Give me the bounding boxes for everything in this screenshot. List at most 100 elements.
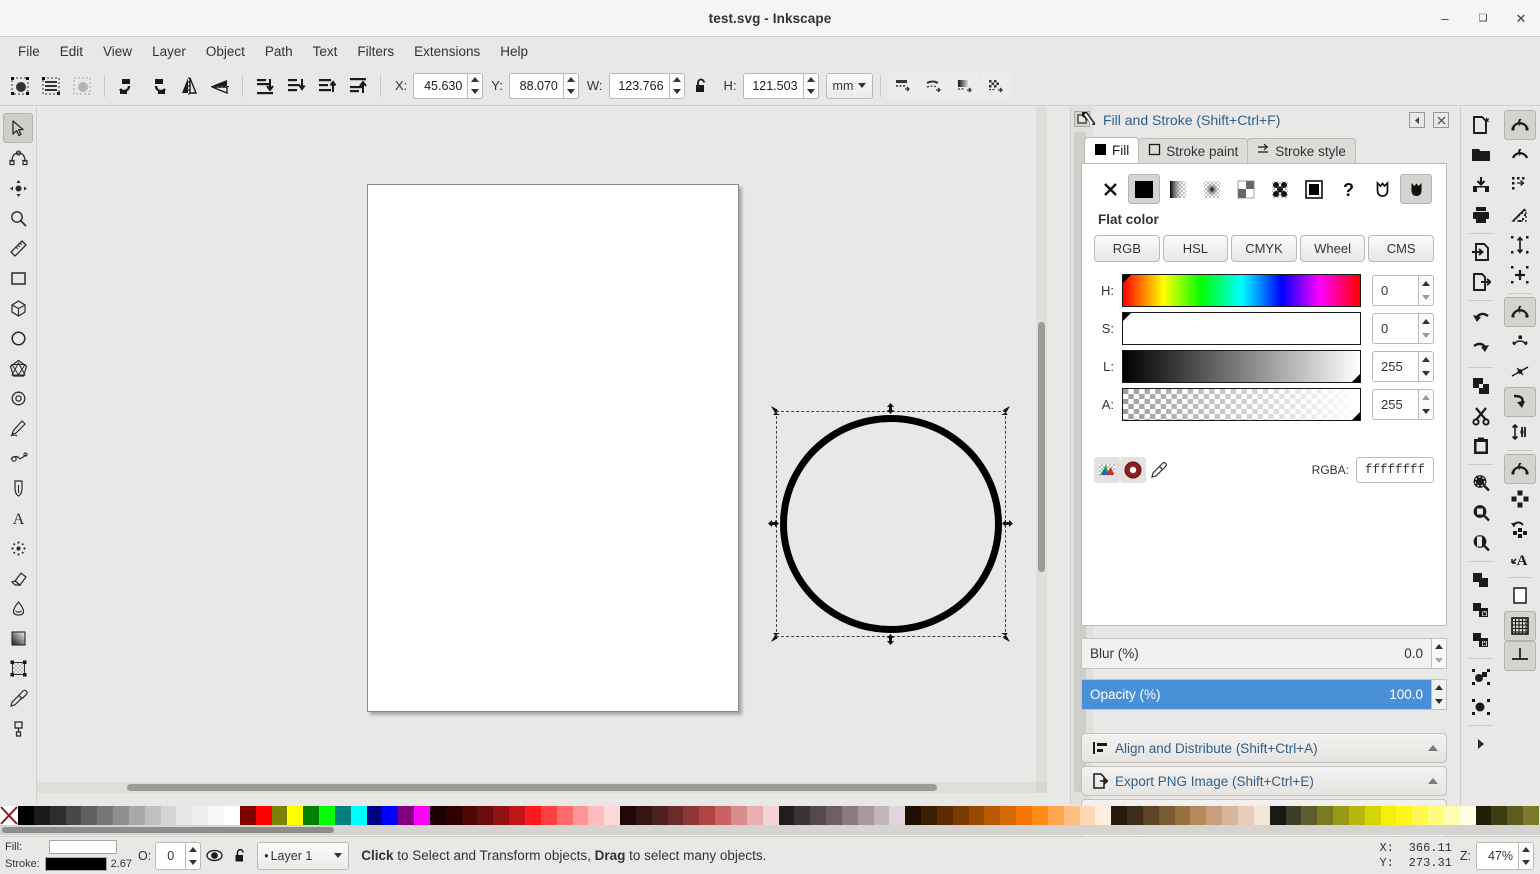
affect-patterns-button[interactable]: [981, 71, 1012, 100]
palette-swatch[interactable]: [588, 806, 605, 825]
palette-swatch[interactable]: [556, 806, 573, 825]
transform-button[interactable]: [1504, 200, 1536, 230]
xml-editor-button[interactable]: [1504, 110, 1537, 140]
palette-swatch[interactable]: [208, 806, 224, 825]
scale-handle-bottom-right[interactable]: [999, 631, 1012, 644]
scale-handle-bottom-left[interactable]: [769, 631, 782, 644]
alpha-slider[interactable]: [1122, 388, 1361, 421]
opacity-decrement-button[interactable]: [1432, 695, 1446, 710]
blur-spin-buttons[interactable]: [1431, 639, 1446, 668]
no-paint-button[interactable]: [1094, 174, 1126, 204]
text-font-button[interactable]: A: [1504, 544, 1536, 574]
menu-edit[interactable]: Edit: [50, 41, 93, 62]
pencil-tool[interactable]: [3, 413, 33, 443]
palette-swatch[interactable]: [968, 806, 985, 825]
palette-swatch[interactable]: [620, 806, 636, 825]
palette-swatch[interactable]: [1237, 806, 1254, 825]
alpha-increment-button[interactable]: [1419, 390, 1433, 405]
color-swatch-icon[interactable]: [1094, 457, 1120, 483]
measure-tool[interactable]: [3, 233, 33, 263]
bezier-pen-tool[interactable]: [3, 443, 33, 473]
color-mode-hsl[interactable]: HSL: [1162, 235, 1229, 262]
zoom-selection-button[interactable]: [1465, 468, 1497, 498]
palette-swatch[interactable]: [810, 806, 827, 825]
new-document-button[interactable]: [1465, 110, 1497, 140]
hue-spinner[interactable]: 0: [1372, 275, 1434, 306]
menu-filters[interactable]: Filters: [347, 41, 404, 62]
chevron-up-icon[interactable]: [1428, 778, 1438, 784]
stroke-color-swatch[interactable]: [44, 857, 107, 871]
zoom-increment-button[interactable]: [1519, 843, 1533, 856]
width-input[interactable]: 123.766: [608, 72, 669, 99]
alpha-decrement-button[interactable]: [1419, 405, 1433, 420]
palette-swatch[interactable]: [65, 806, 82, 825]
opacity-indicator-decrement-button[interactable]: [186, 856, 200, 869]
no-color-swatch[interactable]: [0, 806, 18, 825]
raise-to-top-button[interactable]: [343, 72, 373, 100]
palette-swatch[interactable]: [1380, 806, 1397, 825]
palette-swatch[interactable]: [921, 806, 937, 825]
palette-swatch[interactable]: [1095, 806, 1112, 825]
palette-swatch[interactable]: [1222, 806, 1238, 825]
palette-swatch[interactable]: [1491, 806, 1508, 825]
palette-swatch[interactable]: [1412, 806, 1429, 825]
palette-swatch[interactable]: [857, 806, 874, 825]
close-button[interactable]: ✕: [1510, 8, 1532, 30]
paste-button[interactable]: [1465, 431, 1497, 461]
palette-swatch[interactable]: [984, 806, 1001, 825]
palette-swatch[interactable]: [905, 806, 922, 825]
fill-color-swatch[interactable]: [49, 840, 117, 854]
rotate-cw-button[interactable]: [143, 72, 173, 100]
rotate-arrange-button[interactable]: [1504, 514, 1536, 544]
height-decrement-button[interactable]: [804, 86, 818, 98]
stroke-indicator-row[interactable]: Stroke: 2.67: [5, 857, 132, 872]
star-tool[interactable]: [3, 353, 33, 383]
palette-swatch[interactable]: [1032, 806, 1048, 825]
palette-swatch[interactable]: [1016, 806, 1032, 825]
palette-swatch[interactable]: [1475, 806, 1492, 825]
tab-stroke-paint[interactable]: Stroke paint: [1138, 138, 1249, 163]
hue-slider[interactable]: [1122, 274, 1361, 307]
y-spin-buttons[interactable]: [562, 72, 579, 99]
opacity-indicator-input[interactable]: 0: [155, 841, 186, 870]
palette-swatch[interactable]: [176, 806, 193, 825]
palette-swatch[interactable]: [144, 806, 161, 825]
palette-swatch[interactable]: [1317, 806, 1334, 825]
lightness-slider[interactable]: [1122, 350, 1361, 383]
lower-button[interactable]: [281, 72, 311, 100]
document-page[interactable]: [367, 184, 1013, 712]
more-commands-button[interactable]: [1465, 729, 1497, 759]
scale-handle-bottom-center[interactable]: [884, 633, 897, 646]
opacity-increment-button[interactable]: [1432, 680, 1446, 695]
palette-swatch[interactable]: [223, 806, 240, 825]
palette-swatch[interactable]: [762, 806, 779, 825]
height-spinner[interactable]: 121.503: [742, 72, 819, 99]
color-palette[interactable]: [0, 806, 1540, 825]
palette-swatch[interactable]: [540, 806, 557, 825]
canvas-area[interactable]: [37, 107, 1047, 793]
menu-file[interactable]: File: [8, 41, 50, 62]
object-properties-button[interactable]: [1504, 327, 1536, 357]
palette-swatch[interactable]: [1348, 806, 1365, 825]
palette-swatch[interactable]: [841, 806, 858, 825]
palette-swatch[interactable]: [952, 806, 969, 825]
undo-button[interactable]: [1465, 304, 1497, 334]
selector-tool[interactable]: [3, 113, 33, 143]
document-properties-button[interactable]: [1504, 140, 1536, 170]
palette-swatch[interactable]: [1158, 806, 1175, 825]
fillrule-evenodd-button[interactable]: [1366, 174, 1398, 204]
blur-decrement-button[interactable]: [1432, 654, 1446, 669]
zoom-spin-buttons[interactable]: [1518, 841, 1534, 870]
x-increment-button[interactable]: [468, 74, 482, 86]
node-tool[interactable]: [3, 143, 33, 173]
eyedropper-icon[interactable]: [1146, 457, 1172, 483]
palette-swatch[interactable]: [1459, 806, 1476, 825]
palette-swatch[interactable]: [1253, 806, 1270, 825]
saturation-increment-button[interactable]: [1419, 314, 1433, 329]
palette-swatch[interactable]: [398, 806, 415, 825]
palette-swatch[interactable]: [1301, 806, 1318, 825]
page-setup-button[interactable]: [1504, 581, 1536, 611]
tweak-tool[interactable]: [3, 173, 33, 203]
palette-swatch[interactable]: [873, 806, 890, 825]
flip-horizontal-button[interactable]: [174, 72, 204, 100]
